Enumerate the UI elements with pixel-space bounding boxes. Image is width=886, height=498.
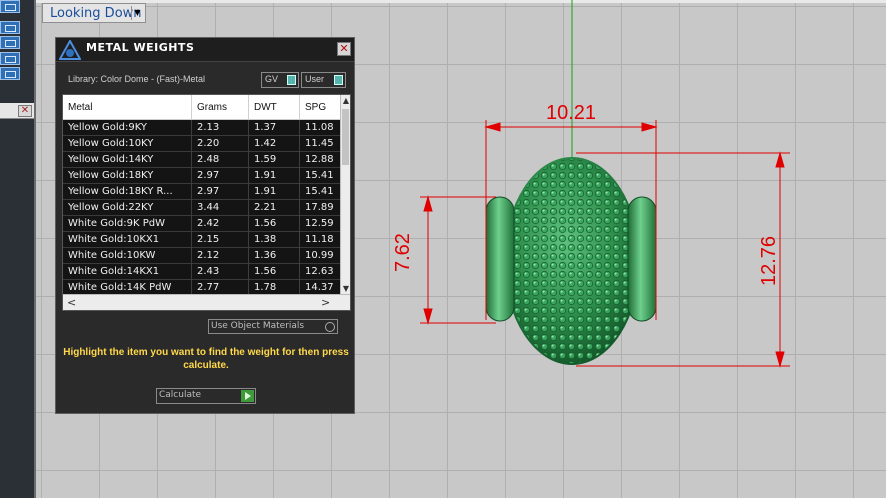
scroll-right-icon[interactable]: > [321, 296, 330, 310]
gv-toggle-label: GV [265, 74, 279, 84]
cell-dwt: 1.91 [249, 168, 300, 184]
scrollbar-thumb[interactable] [342, 109, 349, 165]
dimension-left-height: 7.62 [392, 233, 414, 272]
left-ring [485, 196, 515, 322]
cell-grams: 2.48 [192, 152, 249, 168]
app-logo-icon [59, 40, 81, 60]
column-header-spg[interactable]: SPG [300, 95, 342, 120]
cell-dwt: 1.91 [249, 184, 300, 200]
cell-spg: 12.63 [300, 264, 342, 280]
table-row[interactable]: Yellow Gold:9KY 2.13 1.37 11.08 [63, 120, 342, 136]
cell-dwt: 1.38 [249, 232, 300, 248]
cell-grams: 2.97 [192, 184, 249, 200]
cell-metal: Yellow Gold:22KY [63, 200, 192, 216]
dim-width-arrow-left [484, 122, 501, 132]
cell-metal: Yellow Gold:10KY [63, 136, 192, 152]
dimension-width: 10.21 [546, 102, 597, 124]
cell-grams: 2.20 [192, 136, 249, 152]
cell-metal: Yellow Gold:18KY R... [63, 184, 192, 200]
cell-grams: 2.42 [192, 216, 249, 232]
table-row[interactable]: White Gold:10KX1 2.15 1.38 11.18 [63, 232, 342, 248]
cell-metal: Yellow Gold:9KY [63, 120, 192, 136]
cell-spg: 12.59 [300, 216, 342, 232]
table-row[interactable]: Yellow Gold:18KY 2.97 1.91 15.41 [63, 168, 342, 184]
cell-metal: White Gold:14KX1 [63, 264, 192, 280]
calculate-label: Calculate [159, 390, 202, 400]
vertical-scrollbar[interactable]: ▲ ▼ [340, 95, 350, 295]
cell-grams: 2.97 [192, 168, 249, 184]
cell-dwt: 1.59 [249, 152, 300, 168]
table-row[interactable]: Yellow Gold:18KY R... 2.97 1.91 15.41 [63, 184, 342, 200]
cell-spg: 11.18 [300, 232, 342, 248]
table-row[interactable]: Yellow Gold:14KY 2.48 1.59 12.88 [63, 152, 342, 168]
cell-spg: 10.99 [300, 248, 342, 264]
dialog-titlebar[interactable]: METAL WEIGHTS ✕ [56, 38, 354, 62]
dim-left-arrow-top [423, 195, 433, 212]
table-body: Yellow Gold:9KY 2.13 1.37 11.08 Yellow Gold:… [63, 120, 342, 296]
cell-grams: 2.12 [192, 248, 249, 264]
dimension-right-height: 12.76 [758, 235, 780, 286]
cell-dwt: 1.56 [249, 216, 300, 232]
close-icon[interactable]: ✕ [337, 42, 351, 56]
cell-dwt: 1.36 [249, 248, 300, 264]
dim-right-arrow-bottom [775, 351, 785, 368]
metal-weights-dialog: METAL WEIGHTS ✕ Library: Color Dome - (F… [55, 37, 355, 414]
right-ring [627, 196, 657, 322]
gv-toggle[interactable]: GV [261, 72, 299, 88]
use-object-materials-option[interactable]: Use Object Materials [208, 319, 338, 334]
cell-metal: White Gold:10KW [63, 248, 192, 264]
library-label: Library: Color Dome - (Fast)-Metal [68, 74, 206, 84]
scroll-up-icon[interactable]: ▲ [341, 95, 350, 107]
calculate-button[interactable]: Calculate [156, 388, 256, 404]
cell-grams: 2.13 [192, 120, 249, 136]
column-header-dwt[interactable]: DWT [249, 95, 300, 120]
horizontal-scrollbar[interactable]: < > [63, 294, 350, 310]
table-row[interactable]: White Gold:10KW 2.12 1.36 10.99 [63, 248, 342, 264]
cell-spg: 15.41 [300, 168, 342, 184]
cell-spg: 11.45 [300, 136, 342, 152]
cell-dwt: 1.42 [249, 136, 300, 152]
dim-right-arrow-top [775, 151, 785, 168]
dim-width-arrow-right [641, 122, 658, 132]
toggle-knob-icon [287, 75, 296, 85]
cell-metal: Yellow Gold:18KY [63, 168, 192, 184]
table-header: Metal Grams DWT SPG [63, 95, 342, 120]
dim-left-arrow-bottom [423, 308, 433, 325]
user-toggle[interactable]: User [301, 72, 346, 88]
instruction-text: Highlight the item you want to find the … [63, 347, 349, 371]
table-row[interactable]: Yellow Gold:10KY 2.20 1.42 11.45 [63, 136, 342, 152]
column-header-metal[interactable]: Metal [63, 95, 192, 120]
cell-dwt: 2.21 [249, 200, 300, 216]
cell-spg: 15.41 [300, 184, 342, 200]
toggle-knob-icon [334, 75, 343, 85]
cell-grams: 3.44 [192, 200, 249, 216]
cell-dwt: 1.37 [249, 120, 300, 136]
bead-texture [506, 159, 638, 363]
user-toggle-label: User [305, 74, 325, 84]
cell-grams: 2.43 [192, 264, 249, 280]
dialog-title: METAL WEIGHTS [86, 41, 195, 54]
column-header-grams[interactable]: Grams [192, 95, 249, 120]
metal-table[interactable]: Metal Grams DWT SPG Yellow Gold:9KY 2.13 1… [62, 94, 351, 311]
cell-spg: 12.88 [300, 152, 342, 168]
use-object-materials-label: Use Object Materials [211, 321, 305, 331]
table-row[interactable]: Yellow Gold:22KY 3.44 2.21 17.89 [63, 200, 342, 216]
cell-metal: Yellow Gold:14KY [63, 152, 192, 168]
table-row[interactable]: White Gold:9K PdW 2.42 1.56 12.59 [63, 216, 342, 232]
radio-icon[interactable] [325, 322, 335, 332]
cell-dwt: 1.56 [249, 264, 300, 280]
cell-spg: 11.08 [300, 120, 342, 136]
cell-spg: 17.89 [300, 200, 342, 216]
cell-metal: White Gold:10KX1 [63, 232, 192, 248]
cell-metal: White Gold:9K PdW [63, 216, 192, 232]
cell-grams: 2.15 [192, 232, 249, 248]
scroll-left-icon[interactable]: < [67, 296, 76, 310]
play-icon[interactable] [241, 390, 254, 402]
table-row[interactable]: White Gold:14KX1 2.43 1.56 12.63 [63, 264, 342, 280]
